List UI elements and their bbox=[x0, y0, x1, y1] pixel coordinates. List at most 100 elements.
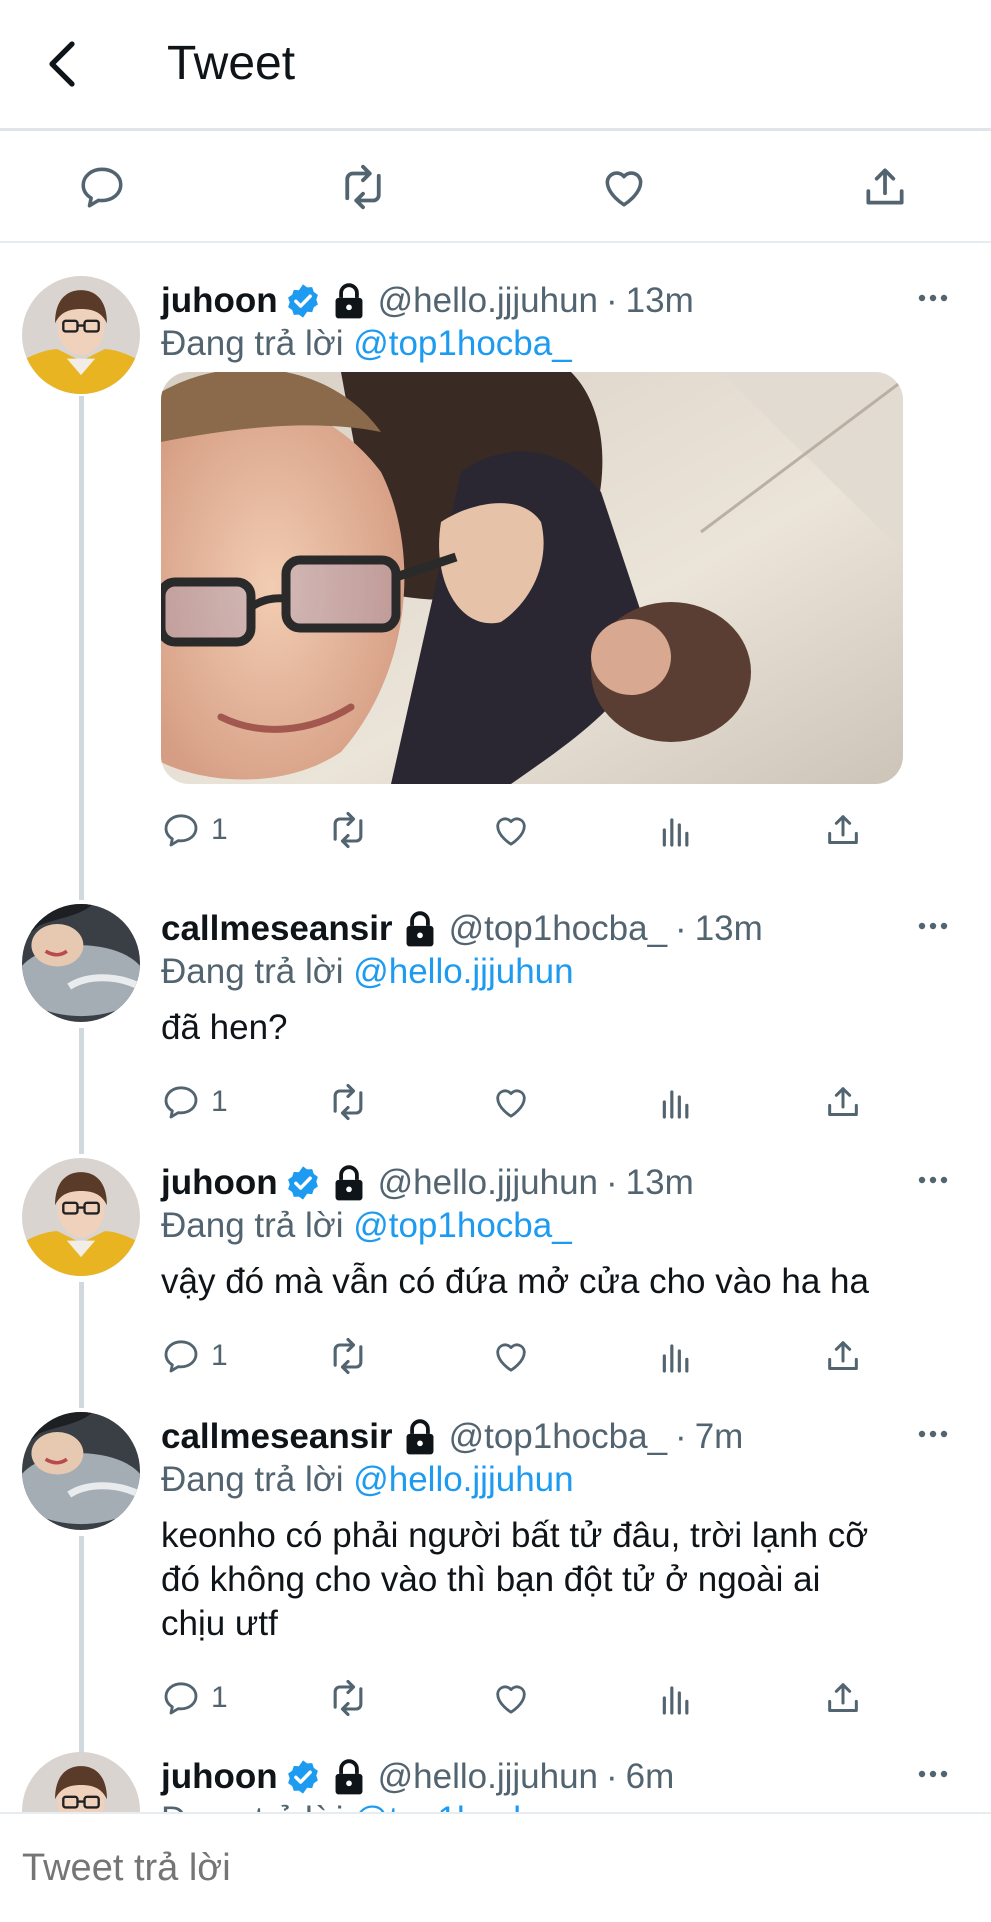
back-button[interactable] bbox=[32, 34, 92, 94]
replying-to-label: Đang trả lời bbox=[161, 1460, 344, 1499]
views-button[interactable] bbox=[656, 1336, 696, 1376]
timestamp[interactable]: 6m bbox=[626, 1757, 675, 1797]
like-button[interactable] bbox=[491, 1336, 531, 1376]
more-options-button[interactable] bbox=[911, 1168, 955, 1192]
tweet-actions: 1 bbox=[161, 810, 881, 850]
reply-button[interactable]: 1 bbox=[161, 1678, 228, 1718]
tweet-item[interactable]: juhoon @hello.jjjuhun · 13m Đang trả lời… bbox=[0, 1158, 991, 1398]
retweet-icon bbox=[326, 808, 370, 852]
tweet-item[interactable]: callmeseansir @top1hocba_ · 13m Đang trả… bbox=[0, 904, 991, 1144]
like-button[interactable] bbox=[491, 1678, 531, 1718]
retweet-button[interactable] bbox=[326, 1336, 370, 1376]
share-button[interactable] bbox=[823, 810, 863, 850]
lock-icon bbox=[332, 1758, 366, 1796]
tweet-item[interactable]: juhoon @hello.jjjuhun · 13m Đang trả lời… bbox=[0, 276, 991, 876]
reply-button[interactable]: 1 bbox=[161, 810, 228, 850]
share-button[interactable] bbox=[857, 159, 913, 215]
page-title: Tweet bbox=[167, 37, 296, 90]
tweet-text-line: keonho có phải người bất tử đâu, trời lạ… bbox=[161, 1516, 869, 1555]
share-icon bbox=[823, 1082, 863, 1122]
retweet-button[interactable] bbox=[326, 1678, 370, 1718]
verified-badge-icon bbox=[284, 1164, 322, 1202]
separator: · bbox=[606, 281, 618, 320]
like-button[interactable] bbox=[491, 810, 531, 850]
views-button[interactable] bbox=[656, 1678, 696, 1718]
reply-button[interactable]: 1 bbox=[161, 1336, 228, 1376]
tweet-actions: 1 bbox=[161, 1336, 881, 1376]
retweet-button[interactable] bbox=[335, 159, 391, 215]
like-icon bbox=[491, 1082, 531, 1122]
display-name[interactable]: callmeseansir bbox=[161, 1417, 393, 1457]
reply-button[interactable]: 1 bbox=[161, 1082, 228, 1122]
like-button[interactable] bbox=[491, 1082, 531, 1122]
mention-link[interactable]: @hello.jjjuhun bbox=[353, 1460, 573, 1499]
display-name[interactable]: juhoon bbox=[161, 1163, 278, 1203]
avatar[interactable] bbox=[22, 1752, 140, 1812]
verified-badge-icon bbox=[284, 282, 322, 320]
like-button[interactable] bbox=[596, 159, 652, 215]
more-icon bbox=[918, 1176, 948, 1184]
reply-input[interactable] bbox=[20, 1846, 924, 1891]
avatar[interactable] bbox=[22, 276, 140, 394]
retweet-button[interactable] bbox=[326, 1082, 370, 1122]
mention-link[interactable]: @hello.jjjuhun bbox=[353, 952, 573, 991]
more-options-button[interactable] bbox=[911, 914, 955, 938]
avatar[interactable] bbox=[22, 1412, 140, 1530]
timestamp[interactable]: 13m bbox=[626, 281, 694, 321]
tweet-actions: 1 bbox=[161, 1678, 881, 1718]
more-options-button[interactable] bbox=[911, 286, 955, 310]
replying-to-label: Đang trả lời bbox=[161, 952, 344, 991]
reply-count: 1 bbox=[211, 1681, 228, 1714]
handle: @hello.jjjuhun bbox=[377, 1757, 599, 1796]
mention-link[interactable]: @top1hocba_ bbox=[353, 1800, 571, 1812]
views-button[interactable] bbox=[656, 810, 696, 850]
mention-link[interactable]: @top1hocba_ bbox=[353, 1206, 571, 1245]
replying-to: Đang trả lời @hello.jjjuhun bbox=[161, 1458, 574, 1502]
like-icon bbox=[599, 162, 649, 212]
reply-icon bbox=[161, 1678, 201, 1718]
avatar[interactable] bbox=[22, 904, 140, 1022]
retweet-button[interactable] bbox=[326, 810, 370, 850]
like-icon bbox=[491, 810, 531, 850]
more-icon bbox=[918, 922, 948, 930]
separator: · bbox=[675, 1417, 687, 1456]
display-name[interactable]: juhoon bbox=[161, 1757, 278, 1797]
share-button[interactable] bbox=[823, 1336, 863, 1376]
photo-image bbox=[161, 372, 903, 784]
mention-link[interactable]: @top1hocba_ bbox=[353, 324, 571, 363]
replying-to-label: Đang trả lời bbox=[161, 1800, 343, 1812]
avatar[interactable] bbox=[22, 1158, 140, 1276]
lock-icon bbox=[403, 1418, 437, 1456]
timestamp[interactable]: 7m bbox=[695, 1417, 744, 1457]
reply-count: 1 bbox=[211, 1339, 228, 1372]
share-button[interactable] bbox=[823, 1678, 863, 1718]
retweet-icon bbox=[326, 1334, 370, 1378]
share-button[interactable] bbox=[823, 1082, 863, 1122]
like-icon bbox=[491, 1336, 531, 1376]
reply-icon bbox=[161, 1336, 201, 1376]
reply-button[interactable] bbox=[74, 159, 130, 215]
tweet-item[interactable]: juhoon @hello.jjjuhun · 6m Đang trả lời … bbox=[0, 1752, 991, 1812]
reply-icon bbox=[77, 162, 127, 212]
timestamp[interactable]: 13m bbox=[695, 909, 763, 949]
separator: · bbox=[606, 1757, 618, 1796]
reply-icon bbox=[161, 1082, 201, 1122]
more-icon bbox=[918, 294, 948, 302]
tweet-item[interactable]: callmeseansir @top1hocba_ · 7m Đang trả … bbox=[0, 1412, 991, 1742]
views-button[interactable] bbox=[656, 1082, 696, 1122]
tweet-photo[interactable] bbox=[161, 372, 903, 784]
retweet-icon bbox=[326, 1080, 370, 1124]
handle: @top1hocba_ bbox=[448, 1417, 668, 1456]
timestamp[interactable]: 13m bbox=[626, 1163, 694, 1203]
tweet-text-line: chịu ưtf bbox=[161, 1604, 278, 1643]
reply-icon bbox=[161, 810, 201, 850]
tweet-header: juhoon @hello.jjjuhun · 6m bbox=[161, 1752, 674, 1802]
reply-count: 1 bbox=[211, 813, 228, 846]
handle: @top1hocba_ bbox=[448, 909, 668, 948]
display-name[interactable]: callmeseansir bbox=[161, 909, 393, 949]
replying-to-label: Đang trả lời bbox=[161, 324, 344, 363]
more-options-button[interactable] bbox=[911, 1762, 955, 1786]
more-options-button[interactable] bbox=[911, 1422, 955, 1446]
display-name[interactable]: juhoon bbox=[161, 281, 278, 321]
handle: @hello.jjjuhun bbox=[377, 1163, 599, 1202]
